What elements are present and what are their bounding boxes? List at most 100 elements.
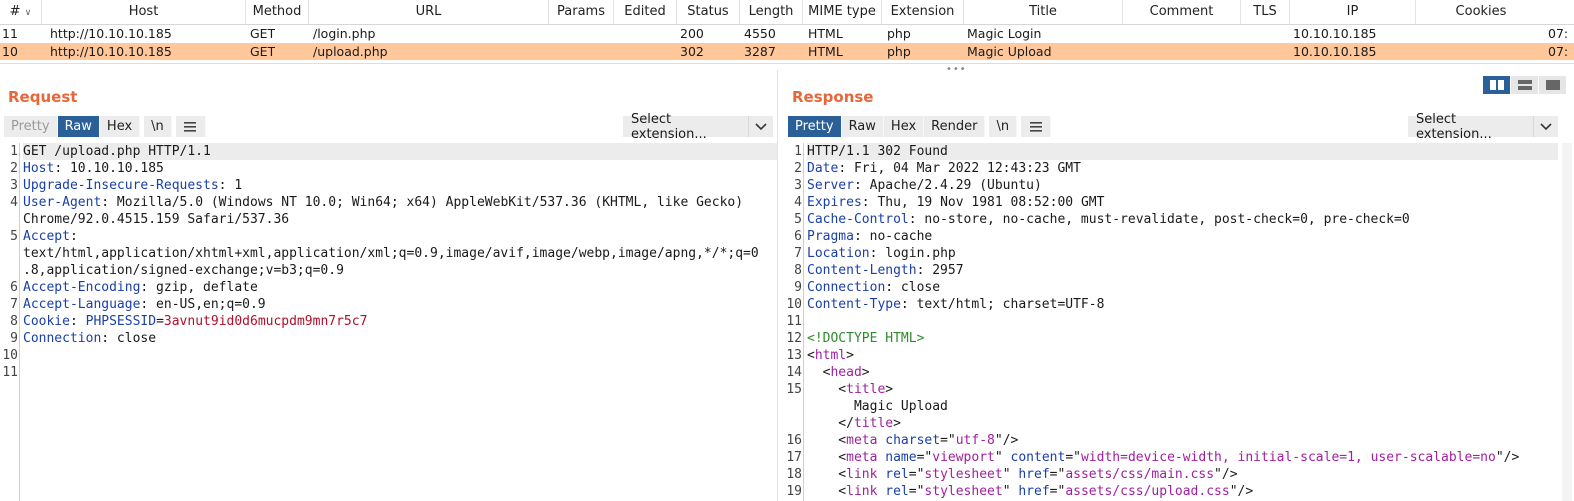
code-token: Connection	[807, 280, 886, 295]
column-header-status[interactable]: Status	[677, 0, 740, 24]
code-token: <	[807, 433, 847, 448]
pane-splitter[interactable]	[0, 63, 1574, 68]
tab-raw[interactable]: Raw	[841, 116, 884, 137]
tab-hex[interactable]: Hex	[99, 116, 141, 137]
code-token: <	[807, 467, 847, 482]
table-row[interactable]: 11 http://10.10.10.185 GET /login.php 20…	[0, 25, 1574, 42]
line-number: 9	[10, 331, 18, 346]
cell-extension: php	[887, 44, 911, 59]
cell-time: 07:	[1548, 44, 1569, 59]
code-line: User-Agent: Mozilla/5.0 (Windows NT 10.0…	[23, 194, 777, 211]
code-token: >	[893, 416, 901, 431]
column-header-host[interactable]: Host	[42, 0, 246, 24]
code-line: .8,application/signed-exchange;v=b3;q=0.…	[23, 262, 777, 279]
code-token: Expires	[807, 195, 862, 210]
line-number: 16	[786, 433, 802, 448]
code-token: ="	[1049, 484, 1066, 499]
request-code[interactable]: GET /upload.php HTTP/1.1 Host: 10.10.10.1…	[23, 143, 777, 381]
code-line: <meta name="viewport" content="width=dev…	[807, 449, 1558, 466]
hamburger-icon[interactable]	[175, 116, 206, 137]
code-token: :	[69, 229, 78, 244]
code-token: : 2957	[916, 263, 964, 278]
code-token: viewport	[932, 450, 995, 465]
column-header-url[interactable]: URL	[309, 0, 549, 24]
table-header: # ∨ Host Method URL Params Edited Status…	[0, 0, 1574, 25]
hamburger-icon[interactable]	[1021, 116, 1052, 137]
single-tab-icon[interactable]	[1539, 76, 1566, 94]
column-header-ip[interactable]: IP	[1290, 0, 1416, 24]
code-line: Cache-Control: no-store, no-cache, must-…	[807, 211, 1558, 228]
code-token: link	[846, 467, 878, 482]
code-line: Server: Apache/2.4.29 (Ubuntu)	[807, 177, 1558, 194]
code-line: Pragma: no-cache	[807, 228, 1558, 245]
cell-title: Magic Login	[967, 26, 1042, 41]
code-line: Content-Type: text/html; charset=UTF-8	[807, 296, 1558, 313]
split-horizontal-icon[interactable]	[1483, 76, 1510, 94]
column-header-title[interactable]: Title	[964, 0, 1123, 24]
response-scrollbar[interactable]	[1562, 143, 1572, 501]
code-token: =	[156, 314, 164, 329]
column-header-mime-type[interactable]: MIME type	[803, 0, 882, 24]
column-header-number[interactable]: # ∨	[0, 0, 42, 24]
tab-pretty[interactable]: Pretty	[788, 116, 842, 137]
line-number: 17	[786, 450, 802, 465]
tab-render[interactable]: Render	[924, 116, 986, 137]
column-header-extension[interactable]: Extension	[882, 0, 964, 24]
line-number: 6	[10, 280, 18, 295]
column-header-length[interactable]: Length	[740, 0, 803, 24]
column-header-method[interactable]: Method	[246, 0, 309, 24]
code-token: GET /upload.php HTTP/1.1	[23, 144, 211, 159]
toggle-newlines[interactable]: \n	[989, 116, 1018, 137]
line-number: 4	[10, 195, 18, 210]
code-line: <link rel="stylesheet" href="assets/css/…	[807, 466, 1558, 483]
tab-pretty[interactable]: Pretty	[4, 116, 58, 137]
cell-status: 302	[680, 44, 704, 59]
code-token: Pragma	[807, 229, 854, 244]
code-token: >	[861, 365, 870, 380]
line-number: 5	[794, 212, 802, 227]
code-token: href	[1018, 484, 1050, 499]
code-token: <!DOCTYPE HTML>	[807, 331, 925, 346]
code-token: <	[807, 365, 831, 380]
code-token: "	[1002, 484, 1019, 499]
line-number: 5	[10, 229, 18, 244]
code-token: : Thu, 19 Nov 1981 08:52:00 GMT	[861, 195, 1105, 210]
line-number: 6	[794, 229, 802, 244]
column-header-params[interactable]: Params	[549, 0, 614, 24]
column-header-edited[interactable]: Edited	[614, 0, 677, 24]
table-row-selected[interactable]: 10 http://10.10.10.185 GET /upload.php 3…	[0, 43, 1574, 60]
code-token: HTTP/1.1 302 Found	[807, 144, 948, 159]
code-token: PHPSESSID	[85, 314, 157, 329]
column-header-cookies[interactable]: Cookies	[1416, 0, 1546, 24]
cell-length: 4550	[744, 26, 776, 41]
cell-extension: php	[887, 26, 911, 41]
request-editor[interactable]: 1 2 3 4 5 6 7 8 9 10 11 GET /upload.php HTTP/1.1 Ho…	[0, 143, 777, 501]
code-token: <	[807, 450, 847, 465]
response-editor[interactable]: 1 2 3 4 5 6 7 8 9 10 11 12 13 14 15 16 17 18 19 HTTP/1.1 3…	[784, 143, 1558, 501]
code-token: text/html,application/xhtml+xml,applicat…	[23, 246, 759, 261]
tab-raw[interactable]: Raw	[57, 116, 100, 137]
code-token: rel	[885, 484, 909, 499]
code-token: charset	[885, 433, 941, 448]
tab-hex[interactable]: Hex	[883, 116, 925, 137]
split-vertical-icon[interactable]	[1511, 76, 1538, 94]
column-header-comment[interactable]: Comment	[1123, 0, 1241, 24]
code-token: User-Agent	[23, 195, 102, 210]
column-header-tls[interactable]: TLS	[1241, 0, 1290, 24]
response-code[interactable]: HTTP/1.1 302 Found Date: Fri, 04 Mar 2022…	[807, 143, 1558, 500]
code-token: stylesheet	[924, 467, 1003, 482]
code-line: Upgrade-Insecure-Requests: 1	[23, 177, 777, 194]
toggle-newlines[interactable]: \n	[144, 116, 172, 137]
request-select-extension[interactable]: Select extension...	[623, 112, 773, 142]
code-token: meta	[846, 433, 878, 448]
code-line: Location: login.php	[807, 245, 1558, 262]
code-token: : Mozilla/5.0 (Windows NT 10.0; Win64; x…	[101, 195, 744, 210]
code-token: Date	[807, 161, 839, 176]
chevron-down-icon	[747, 116, 773, 137]
response-select-extension[interactable]: Select extension...	[1408, 112, 1558, 142]
cell-length: 3287	[744, 44, 776, 59]
code-token: : en-US,en;q=0.9	[140, 297, 266, 312]
code-line: Expires: Thu, 19 Nov 1981 08:52:00 GMT	[807, 194, 1558, 211]
code-token: Content-Type	[807, 297, 901, 312]
code-token: "	[1002, 467, 1019, 482]
